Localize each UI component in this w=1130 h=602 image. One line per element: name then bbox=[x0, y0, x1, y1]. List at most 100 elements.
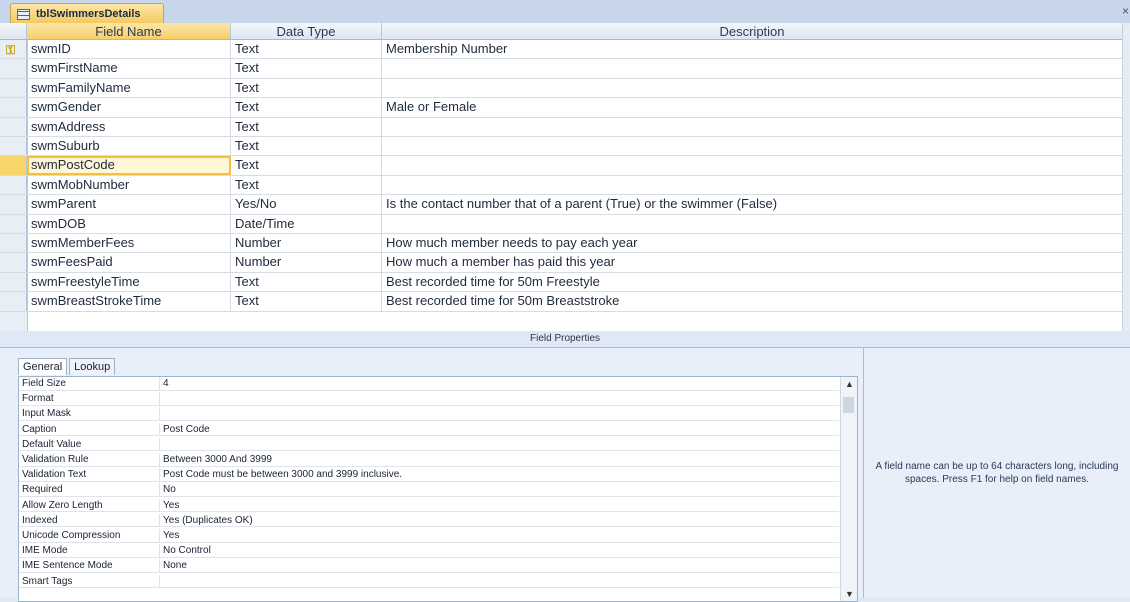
field-name-cell[interactable]: swmPostCode bbox=[27, 156, 231, 175]
property-row[interactable]: Default Value bbox=[19, 437, 839, 452]
description-cell[interactable] bbox=[382, 214, 1123, 233]
property-value[interactable]: No bbox=[163, 483, 176, 496]
property-row[interactable]: Caption Post Code bbox=[19, 422, 839, 437]
row-selector[interactable] bbox=[0, 156, 27, 175]
property-row[interactable]: Validation Text Post Code must be between… bbox=[19, 468, 839, 482]
data-type-cell[interactable]: Text bbox=[231, 78, 382, 98]
data-type-cell[interactable]: Text bbox=[231, 40, 382, 59]
field-name-cell[interactable]: swmFeesPaid bbox=[27, 253, 231, 272]
data-type-cell[interactable]: Text bbox=[231, 59, 382, 78]
data-type-cell[interactable]: Text bbox=[231, 272, 382, 292]
field-name-cell[interactable]: swmFamilyName bbox=[27, 78, 231, 98]
field-name-cell[interactable]: swmGender bbox=[27, 98, 231, 117]
field-name-cell[interactable]: swmFreestyleTime bbox=[27, 272, 231, 292]
row-selector[interactable] bbox=[0, 272, 27, 292]
row-selector[interactable] bbox=[0, 253, 27, 272]
table-row[interactable]: swmMemberFees Number How much member needs… bbox=[0, 234, 1123, 254]
property-value[interactable]: No Control bbox=[163, 544, 211, 557]
property-row[interactable]: Unicode Compression Yes bbox=[19, 529, 839, 543]
description-cell[interactable]: Membership Number bbox=[382, 40, 1123, 59]
row-selector[interactable] bbox=[0, 175, 27, 195]
property-row[interactable]: Field Size 4 bbox=[19, 377, 839, 391]
table-row[interactable]: swmSuburb Text bbox=[0, 137, 1123, 157]
table-row[interactable]: swmFreestyleTime Text Best recorded time f… bbox=[0, 272, 1123, 293]
description-cell[interactable]: Is the contact number that of a parent (… bbox=[382, 195, 1123, 214]
table-row[interactable]: swmFirstName Text bbox=[0, 59, 1123, 79]
property-value[interactable]: Yes bbox=[163, 529, 179, 542]
table-row[interactable]: swmDOB Date/Time bbox=[0, 214, 1123, 234]
description-cell[interactable] bbox=[382, 156, 1123, 175]
data-type-cell[interactable]: Yes/No bbox=[231, 195, 382, 214]
property-row[interactable]: Required No bbox=[19, 483, 839, 498]
row-selector[interactable]: ⚿ bbox=[0, 40, 27, 59]
data-type-cell[interactable]: Text bbox=[231, 137, 382, 156]
scroll-down-icon[interactable]: ▼ bbox=[845, 589, 854, 599]
row-selector[interactable] bbox=[0, 98, 27, 117]
field-name-cell[interactable]: swmMobNumber bbox=[27, 175, 231, 195]
header-description[interactable]: Description bbox=[382, 23, 1123, 40]
row-selector[interactable] bbox=[0, 195, 27, 214]
row-selector[interactable] bbox=[0, 137, 27, 156]
property-value[interactable]: Post Code must be between 3000 and 3999 … bbox=[163, 468, 402, 481]
data-type-cell[interactable]: Text bbox=[231, 292, 382, 311]
scroll-up-icon[interactable]: ▲ bbox=[845, 379, 854, 389]
description-cell[interactable] bbox=[382, 175, 1123, 195]
table-row[interactable]: swmAddress Text bbox=[0, 117, 1123, 137]
table-tab[interactable]: tblSwimmersDetails bbox=[10, 3, 164, 24]
table-row[interactable]: ⚿ swmID Text Membership Number bbox=[0, 40, 1123, 60]
field-name-cell[interactable]: swmFirstName bbox=[27, 59, 231, 78]
row-selector[interactable] bbox=[0, 59, 27, 78]
table-row[interactable]: swmGender Text Male or Female bbox=[0, 98, 1123, 118]
property-row[interactable]: IME Mode No Control bbox=[19, 544, 839, 558]
property-row[interactable]: Validation Rule Between 3000 And 3999 bbox=[19, 453, 839, 467]
field-name-cell[interactable]: swmBreastStrokeTime bbox=[27, 292, 231, 311]
field-name-cell[interactable]: swmMemberFees bbox=[27, 234, 231, 253]
table-row[interactable]: swmBreastStrokeTime Text Best recorded tim… bbox=[0, 292, 1123, 312]
property-row[interactable]: Input Mask bbox=[19, 407, 839, 422]
row-selector[interactable] bbox=[0, 78, 27, 98]
data-type-cell[interactable]: Text bbox=[231, 98, 382, 117]
property-value[interactable]: Post Code bbox=[163, 423, 210, 436]
table-row[interactable]: swmMobNumber Text bbox=[0, 175, 1123, 196]
corner-cell[interactable] bbox=[0, 23, 27, 40]
description-cell[interactable] bbox=[382, 117, 1123, 136]
table-row[interactable]: swmPostCode Text bbox=[0, 156, 1123, 176]
description-cell[interactable]: Best recorded time for 50m Freestyle bbox=[382, 272, 1123, 292]
grid-scrollbar[interactable] bbox=[1122, 23, 1130, 343]
close-icon[interactable]: × bbox=[1122, 4, 1129, 18]
row-selector[interactable] bbox=[0, 214, 27, 233]
data-type-cell[interactable]: Text bbox=[231, 175, 382, 195]
field-name-cell[interactable]: swmID bbox=[27, 40, 231, 59]
data-type-cell[interactable]: Text bbox=[231, 117, 382, 136]
description-cell[interactable]: How much member needs to pay each year bbox=[382, 234, 1123, 253]
row-selector[interactable] bbox=[0, 117, 27, 136]
row-selector[interactable] bbox=[0, 234, 27, 253]
data-type-cell[interactable]: Date/Time bbox=[231, 214, 382, 233]
data-type-cell[interactable]: Text bbox=[231, 156, 382, 175]
field-name-cell[interactable]: swmDOB bbox=[27, 214, 231, 233]
property-value[interactable]: None bbox=[163, 559, 187, 572]
description-cell[interactable]: How much a member has paid this year bbox=[382, 253, 1123, 272]
description-cell[interactable] bbox=[382, 59, 1123, 78]
property-value[interactable]: Yes (Duplicates OK) bbox=[163, 514, 253, 527]
table-row[interactable]: swmFamilyName Text bbox=[0, 78, 1123, 99]
property-value[interactable]: Yes bbox=[163, 499, 179, 512]
description-cell[interactable] bbox=[382, 78, 1123, 98]
property-value[interactable]: 4 bbox=[163, 377, 169, 390]
properties-scrollbar[interactable]: ▲ ▼ bbox=[840, 377, 857, 601]
description-cell[interactable] bbox=[382, 137, 1123, 156]
tab-general[interactable]: General bbox=[18, 358, 68, 375]
description-cell[interactable]: Male or Female bbox=[382, 98, 1123, 117]
property-row[interactable]: IME Sentence Mode None bbox=[19, 559, 839, 574]
field-name-cell[interactable]: swmParent bbox=[27, 195, 231, 214]
field-name-cell[interactable]: swmSuburb bbox=[27, 137, 231, 156]
field-name-cell[interactable]: swmAddress bbox=[27, 117, 231, 136]
table-row[interactable]: swmFeesPaid Number How much a member has p… bbox=[0, 253, 1123, 273]
property-row[interactable]: Allow Zero Length Yes bbox=[19, 498, 839, 513]
data-type-cell[interactable]: Number bbox=[231, 253, 382, 272]
row-selector[interactable] bbox=[0, 292, 27, 311]
table-row[interactable]: swmParent Yes/No Is the contact number tha… bbox=[0, 195, 1123, 215]
header-field-name[interactable]: Field Name bbox=[27, 23, 231, 40]
property-row[interactable]: Indexed Yes (Duplicates OK) bbox=[19, 513, 839, 528]
tab-lookup[interactable]: Lookup bbox=[69, 358, 116, 375]
